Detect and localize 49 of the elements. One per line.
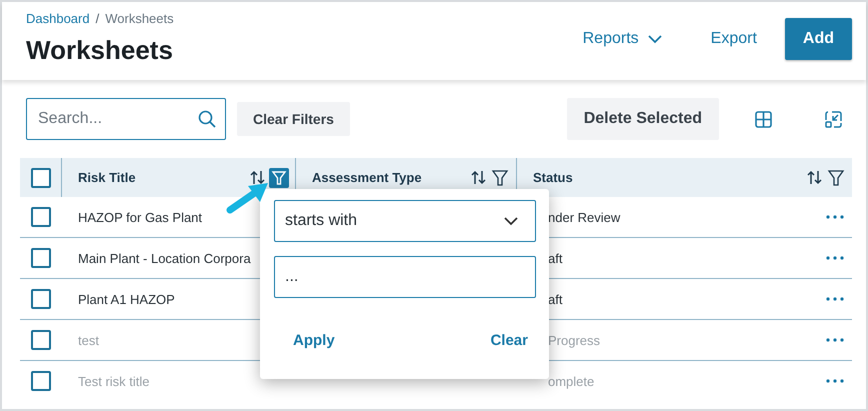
page-title: Worksheets <box>26 35 174 66</box>
row-checkbox[interactable] <box>31 289 51 309</box>
row-checkbox[interactable] <box>31 371 51 391</box>
grid-icon[interactable] <box>755 110 772 128</box>
search-icon <box>198 110 216 128</box>
more-icon[interactable] <box>826 338 844 342</box>
table-cell-text: Plant A1 HAZOP <box>77 292 175 306</box>
sort-icon[interactable] <box>250 170 265 185</box>
table-cell-text: Main Plant - Location Corpora <box>77 250 251 266</box>
breadcrumb-current: Worksheets <box>105 11 174 26</box>
more-icon[interactable] <box>826 215 844 219</box>
apply-button[interactable]: Apply <box>289 328 339 353</box>
search-field[interactable]: Search... <box>26 98 226 140</box>
row-checkbox[interactable] <box>30 168 50 188</box>
sort-icon[interactable] <box>471 170 486 185</box>
filter-icon[interactable] <box>826 168 846 188</box>
table-cell-text: aft <box>547 292 562 306</box>
add-button[interactable]: Add <box>784 18 852 60</box>
pointer-arrow <box>226 180 270 214</box>
collapse-icon[interactable] <box>825 110 842 128</box>
sort-icon[interactable] <box>807 170 822 185</box>
row-checkbox[interactable] <box>31 330 51 350</box>
clear-button[interactable]: Clear <box>486 328 532 353</box>
column-header[interactable]: Status <box>533 170 573 185</box>
operator-select[interactable]: starts with <box>274 200 536 242</box>
filter-icon[interactable] <box>269 168 289 188</box>
table-cell-text: test <box>77 332 99 348</box>
more-icon[interactable] <box>826 379 844 383</box>
table-cell-text: Test risk title <box>77 374 150 388</box>
column-header[interactable]: Risk Title <box>78 170 136 185</box>
column-header[interactable]: Assessment Type <box>312 170 422 185</box>
delete-selected-button[interactable]: Delete Selected <box>566 98 719 140</box>
more-icon[interactable] <box>826 256 844 260</box>
chevron-down-icon <box>646 34 663 44</box>
table-cell-text: omplete <box>547 374 594 388</box>
table-cell-text: aft <box>547 250 562 266</box>
breadcrumb-separator: / <box>96 11 100 26</box>
chevron-down-icon <box>503 216 519 226</box>
filter-value-field[interactable]: ... <box>274 256 536 298</box>
clear-filters-button[interactable]: Clear Filters <box>237 102 350 136</box>
table-cell-text: HAZOP for Gas Plant <box>77 210 202 224</box>
table-cell-text: nder Review <box>547 210 620 224</box>
row-checkbox[interactable] <box>31 207 51 227</box>
breadcrumb-link[interactable]: Dashboard <box>26 11 90 26</box>
more-icon[interactable] <box>826 297 844 301</box>
reports-menu-button[interactable]: Reports <box>572 22 673 56</box>
export-button[interactable]: Export <box>700 22 767 56</box>
row-checkbox[interactable] <box>31 248 51 268</box>
filter-icon[interactable] <box>490 168 510 188</box>
